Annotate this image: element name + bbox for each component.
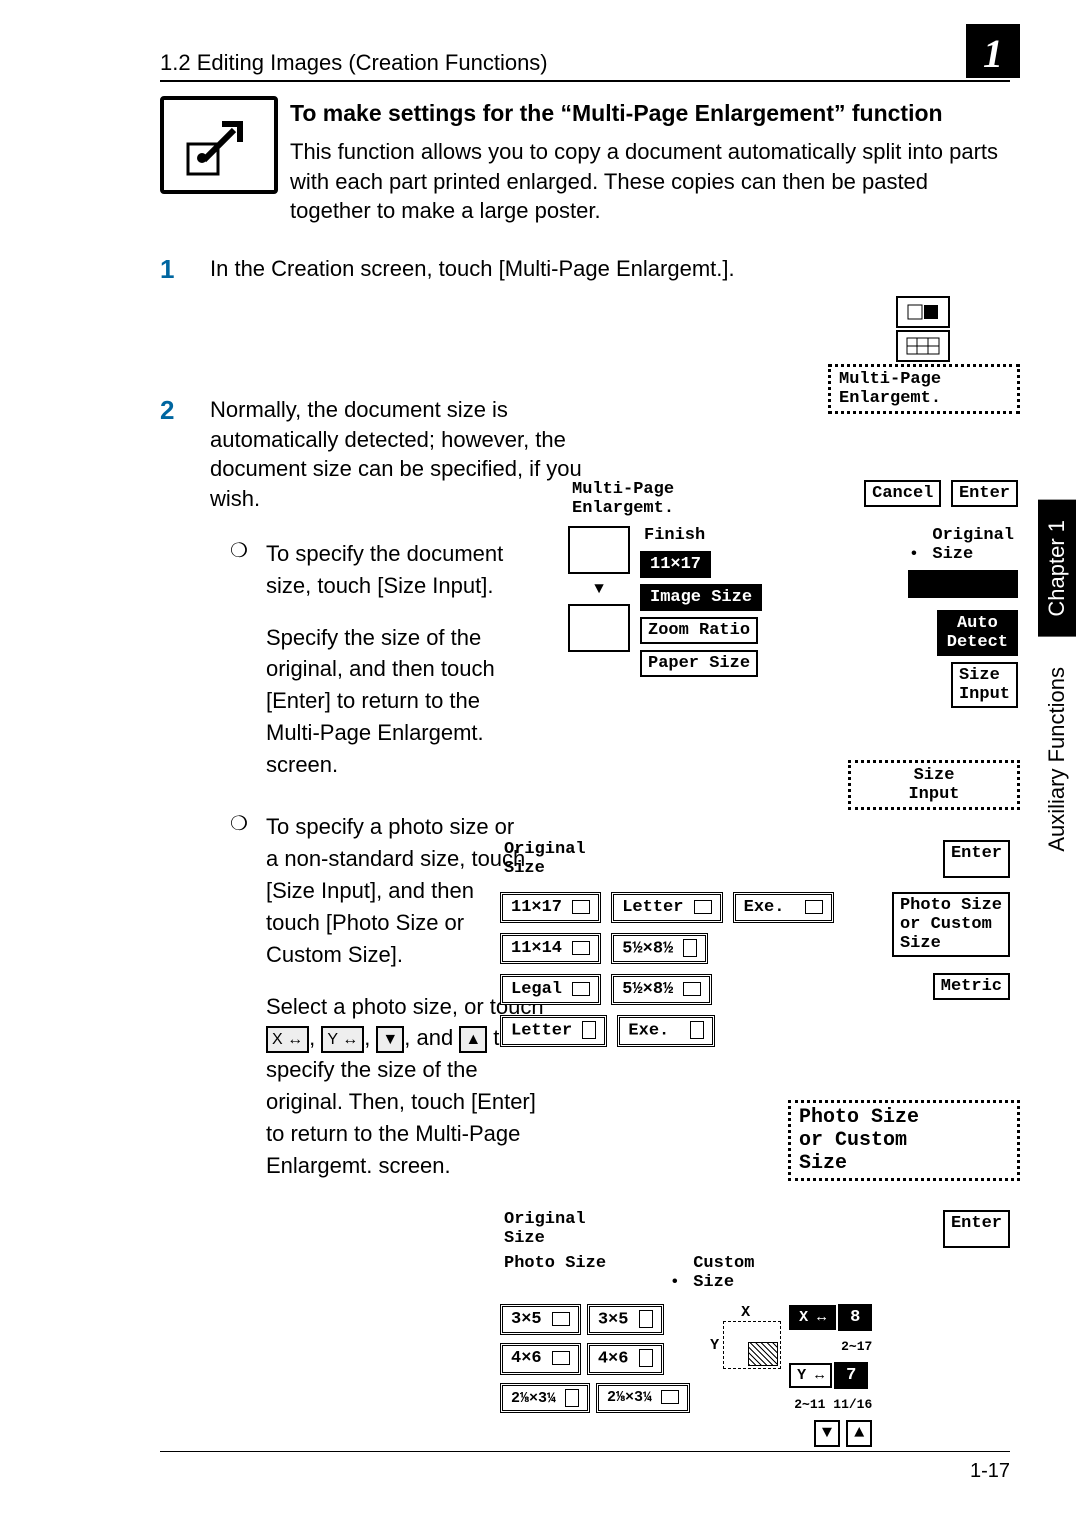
portrait-icon — [683, 939, 697, 957]
photo-custom-size-button[interactable]: Photo Size or Custom Size — [892, 892, 1010, 957]
portrait-icon — [582, 1021, 596, 1039]
function-icon — [160, 96, 278, 194]
auto-detect-button[interactable]: Auto Detect — [937, 610, 1018, 656]
landscape-icon — [572, 941, 590, 955]
photo-custom-panel-screenshot: Original Size Enter Photo Size • Custom … — [500, 1210, 1010, 1447]
down-arrow-icon: ▼ — [568, 580, 630, 598]
photo-size-button[interactable]: 3×5 — [587, 1304, 664, 1335]
substep-text: To specify the document size, touch [Siz… — [266, 538, 526, 602]
size-input-button[interactable]: Size Input — [848, 760, 1020, 810]
step-number: 2 — [160, 395, 190, 514]
photo-size-button[interactable]: 2⅛×3¼ — [596, 1383, 690, 1413]
landscape-icon — [552, 1351, 570, 1365]
zoom-ratio-button[interactable]: Zoom Ratio — [640, 617, 758, 644]
size-option-button[interactable]: Exe. — [733, 892, 834, 923]
finish-label: Finish — [640, 526, 709, 545]
original-size-label: Original Size — [928, 526, 1018, 564]
landscape-icon — [683, 982, 701, 996]
multipage-settings-screenshot: Multi-Page Enlargemt. Cancel Enter ▼ Fin… — [568, 480, 1018, 708]
y-axis-label: Y — [710, 1337, 719, 1354]
substep-text: To specify a photo size or a non-standar… — [266, 811, 526, 970]
finish-size-value: 11×17 — [640, 551, 711, 578]
photo-size-button[interactable]: 2⅛×3¼ — [500, 1383, 590, 1413]
bullet-icon: ❍ — [230, 538, 248, 781]
landscape-icon — [572, 982, 590, 996]
down-key-icon: ▼ — [376, 1026, 404, 1053]
size-option-button[interactable]: Letter — [500, 1015, 607, 1046]
step-text: Normally, the document size is automatic… — [210, 395, 590, 514]
size-option-button[interactable]: 5½×8½ — [611, 974, 712, 1005]
y-arrow-key-icon: Y ↔ — [321, 1026, 364, 1053]
size-option-button[interactable]: 11×17 — [500, 892, 601, 923]
x-value: 8 — [838, 1304, 872, 1331]
thumbnail-icon — [896, 330, 950, 362]
portrait-icon — [639, 1349, 653, 1367]
y-arrow-button[interactable]: Y ↔ — [789, 1363, 832, 1388]
size-option-button[interactable]: Letter — [611, 892, 722, 923]
intro-paragraph: This function allows you to copy a docum… — [290, 137, 1010, 226]
landscape-icon — [694, 900, 712, 914]
photo-size-button[interactable]: 4×6 — [500, 1343, 581, 1374]
photo-size-button[interactable]: 4×6 — [587, 1343, 664, 1374]
decrement-button[interactable]: ▼ — [814, 1420, 840, 1447]
image-size-button[interactable]: Image Size — [640, 584, 762, 611]
custom-size-label: Custom Size — [689, 1254, 758, 1292]
photo-size-label: Photo Size — [500, 1254, 610, 1292]
function-title: To make settings for the “Multi-Page Enl… — [290, 100, 1010, 127]
cancel-button[interactable]: Cancel — [864, 480, 941, 507]
up-key-icon: ▲ — [459, 1026, 487, 1053]
bullet-icon: ❍ — [230, 811, 248, 1182]
x-arrow-button[interactable]: X ↔ — [789, 1305, 836, 1330]
metric-button[interactable]: Metric — [933, 973, 1010, 1000]
size-input-screenshot: Size Input — [848, 760, 1018, 810]
landscape-icon — [805, 900, 823, 914]
size-option-button[interactable]: Legal — [500, 974, 601, 1005]
panel-title: Multi-Page Enlargemt. — [568, 480, 678, 518]
landscape-icon — [572, 900, 590, 914]
chapter-tab: Chapter 1 — [1038, 500, 1076, 637]
size-option-button[interactable]: 5½×8½ — [611, 933, 708, 964]
section-tab: Auxiliary Functions — [1038, 637, 1076, 882]
page-footer: 1-17 — [160, 1451, 1010, 1483]
step-number: 1 — [160, 254, 190, 285]
x-range: 2∼17 — [841, 1339, 872, 1354]
enter-button[interactable]: Enter — [951, 480, 1018, 507]
preview-icon — [568, 604, 630, 652]
size-input-button[interactable]: Size Input — [951, 662, 1018, 708]
x-arrow-key-icon: X ↔ — [266, 1026, 309, 1053]
original-size-value — [908, 570, 1018, 598]
section-header: 1.2 Editing Images (Creation Functions) — [160, 50, 548, 76]
panel-title: Original Size — [500, 840, 590, 878]
thumbnail-icon — [896, 296, 950, 328]
paper-size-button[interactable]: Paper Size — [640, 650, 758, 677]
landscape-icon — [552, 1312, 570, 1326]
custom-size-diagram-icon — [723, 1321, 781, 1369]
portrait-icon — [565, 1389, 579, 1407]
photo-size-button[interactable]: 3×5 — [500, 1304, 581, 1335]
size-option-button[interactable]: Exe. — [617, 1015, 714, 1046]
original-size-screenshot: Original Size Enter 11×17 Letter Exe. 11… — [500, 840, 1010, 1047]
enter-button[interactable]: Enter — [943, 840, 1010, 878]
photo-custom-size-button[interactable]: Photo Size or Custom Size — [788, 1100, 1020, 1181]
multipage-button-screenshot: Multi-Page Enlargemt. — [828, 296, 1018, 414]
y-range: 2∼11 11/16 — [794, 1397, 872, 1412]
preview-icon — [568, 526, 630, 574]
substep-text: Specify the size of the original, and th… — [266, 622, 526, 781]
size-option-button[interactable]: 11×14 — [500, 933, 601, 964]
x-axis-label: X — [741, 1304, 750, 1321]
y-value: 7 — [834, 1362, 868, 1389]
chapter-badge: 1 — [966, 24, 1020, 78]
photo-custom-screenshot: Photo Size or Custom Size — [788, 1100, 1018, 1181]
enter-button[interactable]: Enter — [943, 1210, 1010, 1248]
portrait-icon — [639, 1310, 653, 1328]
portrait-icon — [690, 1021, 704, 1039]
panel-title: Original Size — [500, 1210, 590, 1248]
landscape-icon — [661, 1390, 679, 1404]
multipage-enlargement-button[interactable]: Multi-Page Enlargemt. — [828, 364, 1020, 414]
side-tab: Chapter 1 Auxiliary Functions — [1034, 500, 1080, 1000]
increment-button[interactable]: ▲ — [846, 1420, 872, 1447]
step-text: In the Creation screen, touch [Multi-Pag… — [210, 254, 1010, 285]
